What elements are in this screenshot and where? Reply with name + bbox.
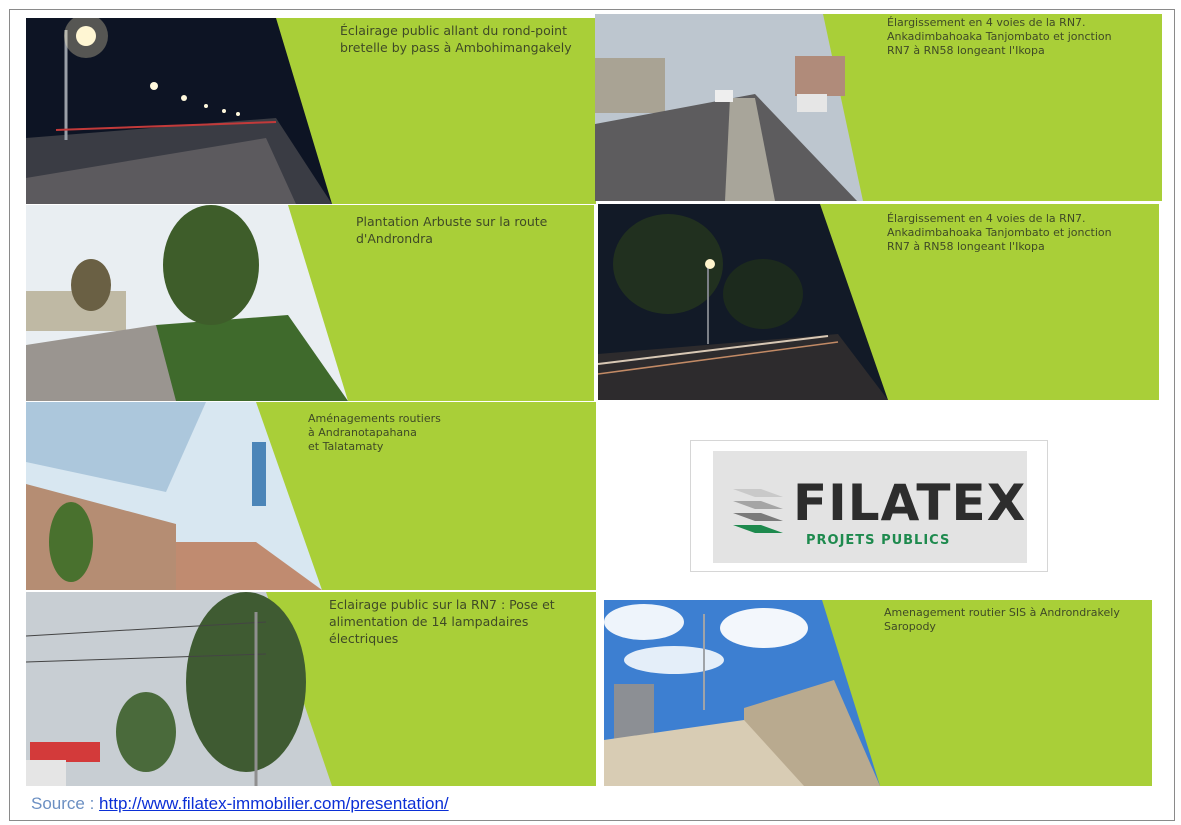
project-tile-plantation-androndra: Plantation Arbuste sur la route d'Andron… — [26, 205, 594, 401]
project-tile-rn7-lighting: Eclairage public sur la RN7 : Pose et al… — [26, 592, 596, 786]
logo-subtitle: PROJETS PUBLICS — [806, 533, 951, 548]
project-tile-lighting-ambohimangakely: Éclairage public allant du rond-point br… — [26, 18, 596, 204]
project-tile-rn7-widening-night: Élargissement en 4 voies de la RN7. Anka… — [598, 204, 1159, 400]
logo-word: FILATEX — [793, 474, 1027, 532]
tile-caption: Élargissement en 4 voies de la RN7. Anka… — [887, 16, 1112, 57]
filatex-logo: FILATEX PROJETS PUBLICS — [690, 440, 1048, 572]
tile-caption: Plantation Arbuste sur la route d'Andron… — [356, 214, 548, 246]
logo-layers-icon — [733, 489, 783, 533]
project-tile-rn7-widening-day: Élargissement en 4 voies de la RN7. Anka… — [595, 14, 1162, 201]
tile-caption: Élargissement en 4 voies de la RN7. Anka… — [887, 212, 1112, 253]
project-tile-andranotapahana: Aménagements routiers à Andranotapahana … — [26, 402, 596, 590]
source-credit: Source : http://www.filatex-immobilier.c… — [31, 794, 449, 814]
source-label: Source : — [31, 794, 100, 813]
project-tile-androndrakely: Amenagement routier SIS à Androndrakely … — [604, 600, 1152, 786]
tile-caption: Aménagements routiers à Andranotapahana … — [308, 412, 441, 453]
tile-caption: Amenagement routier SIS à Androndrakely … — [884, 606, 1120, 633]
tile-caption: Eclairage public sur la RN7 : Pose et al… — [329, 597, 555, 646]
source-link[interactable]: http://www.filatex-immobilier.com/presen… — [99, 794, 449, 813]
tile-caption: Éclairage public allant du rond-point br… — [340, 23, 572, 55]
